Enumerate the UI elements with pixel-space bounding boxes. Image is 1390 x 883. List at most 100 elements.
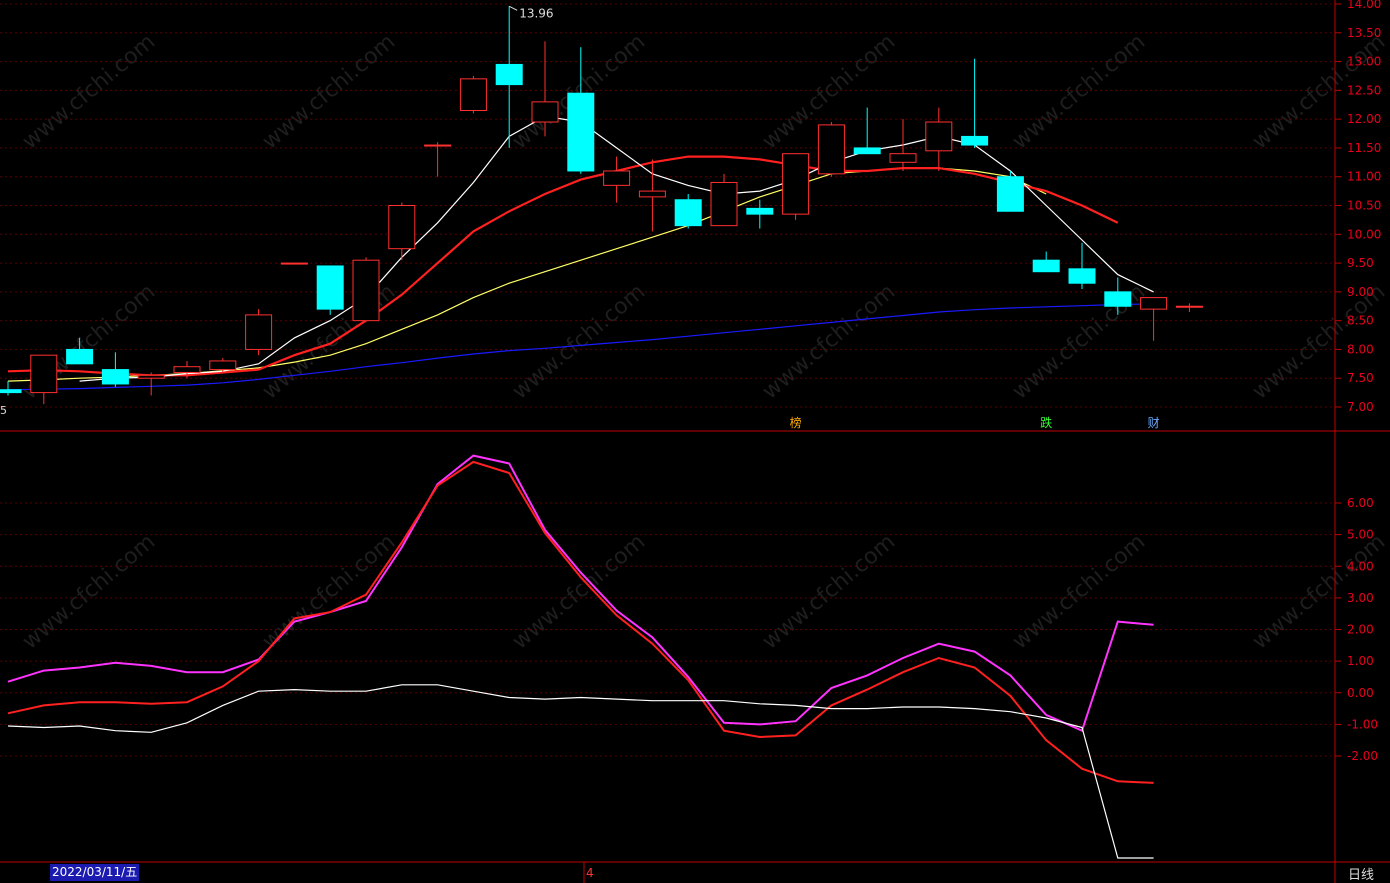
candle <box>388 202 416 261</box>
candle-body <box>30 354 58 394</box>
price-tick-label: 13.50 <box>1347 26 1381 40</box>
candle-body <box>66 348 94 365</box>
candle-body <box>424 144 452 147</box>
period-button[interactable]: 日线 <box>1348 864 1374 883</box>
macd-tick-label: 5.00 <box>1347 528 1374 542</box>
candle-body <box>567 92 595 172</box>
candle <box>853 107 881 155</box>
grid-lines <box>0 3 1335 757</box>
event-flag[interactable]: 榜 <box>790 415 802 430</box>
macd-tick-label: 4.00 <box>1347 559 1374 573</box>
macd-diff-line <box>7 460 1154 784</box>
event-flag[interactable]: 跌 <box>1040 415 1052 430</box>
candle-body <box>961 135 989 146</box>
candle <box>603 156 631 203</box>
candle-body <box>925 121 953 152</box>
candle-body <box>137 374 165 379</box>
watermark-text: www.cfchi.com <box>258 29 400 154</box>
macd-tick-label: 3.00 <box>1347 591 1374 605</box>
candle-body <box>316 265 344 310</box>
candle <box>424 142 452 177</box>
candle-body <box>638 190 666 198</box>
price-tick-label: 9.50 <box>1347 256 1374 270</box>
candle <box>1140 297 1168 341</box>
event-flag[interactable]: 财 <box>1148 416 1160 430</box>
candle <box>1175 303 1203 313</box>
candle <box>817 122 845 177</box>
candle-body <box>352 259 380 322</box>
price-tick-label: 10.00 <box>1347 227 1381 241</box>
candle-body <box>245 314 273 350</box>
price-tick-label: 13.00 <box>1347 55 1381 69</box>
candle <box>925 107 953 171</box>
max-price-annotation: 13.96 <box>508 5 554 20</box>
candle-body <box>603 170 631 186</box>
price-tick-label: 10.50 <box>1347 199 1381 213</box>
candle-body <box>280 262 308 265</box>
candle-body <box>101 369 129 385</box>
candle-body <box>889 153 917 163</box>
macd-tick-label: 1.00 <box>1347 654 1374 668</box>
candle <box>638 159 666 232</box>
candle <box>782 153 810 220</box>
candle-body <box>782 153 810 215</box>
candle-body <box>1068 268 1096 284</box>
candle-body <box>531 101 559 123</box>
watermark-layer: www.cfchi.com www.cfchi.com www.cfchi.com w… <box>18 29 1390 654</box>
candle-body <box>996 176 1024 212</box>
macd-lines <box>7 454 1154 859</box>
max-price-label: 13.96 <box>519 6 553 20</box>
stock-chart[interactable]: www.cfchi.com www.cfchi.com www.cfchi.com w… <box>0 0 1390 883</box>
candle <box>996 170 1024 212</box>
candle-body <box>209 360 237 371</box>
watermark-text: www.cfchi.com <box>508 529 650 654</box>
candle-body <box>1175 305 1203 308</box>
candle <box>101 352 129 387</box>
candle <box>710 173 738 227</box>
candle <box>459 75 487 114</box>
macd-axis-ticks: 6.00 5.00 4.00 3.00 2.00 1.00 0.00 -1.00 -2.00 <box>1335 496 1378 763</box>
candle-body <box>674 199 702 227</box>
watermark-text: www.cfchi.com <box>1008 529 1150 654</box>
candle <box>889 119 917 171</box>
candle <box>137 372 165 396</box>
macd-tick-label: -2.00 <box>1347 749 1378 763</box>
candle-body <box>495 63 523 86</box>
watermark-text: www.cfchi.com <box>758 529 900 654</box>
price-tick-label: 7.00 <box>1347 400 1374 414</box>
candle <box>1068 242 1096 289</box>
price-tick-label: 12.00 <box>1347 112 1381 126</box>
price-tick-label: 8.00 <box>1347 342 1374 356</box>
price-tick-label: 8.50 <box>1347 314 1374 328</box>
candle-body <box>1140 297 1168 310</box>
price-tick-label: 14.00 <box>1347 0 1381 11</box>
price-tick-label: 11.50 <box>1347 141 1381 155</box>
price-tick-label: 7.50 <box>1347 371 1374 385</box>
max-pointer <box>508 5 518 11</box>
macd-tick-label: 0.00 <box>1347 686 1374 700</box>
current-date-label: 2022/03/11/五 <box>50 864 140 881</box>
macd-tick-label: -1.00 <box>1347 717 1378 731</box>
macd-tick-label: 6.00 <box>1347 496 1374 510</box>
price-tick-label: 12.50 <box>1347 83 1381 97</box>
candle-body <box>0 389 22 394</box>
left-edge-label: 5 <box>0 404 7 417</box>
watermark-text: www.cfchi.com <box>758 279 900 404</box>
candle-body <box>1104 291 1132 307</box>
price-tick-label: 11.00 <box>1347 170 1381 184</box>
candle <box>352 257 380 322</box>
price-tick-label: 9.00 <box>1347 285 1374 299</box>
candle <box>316 265 344 315</box>
watermark-text: www.cfchi.com <box>18 29 160 154</box>
cursor-marker: 4 <box>586 866 594 880</box>
watermark-text: www.cfchi.com <box>18 529 160 654</box>
event-flags: 榜跌财 <box>790 415 1160 430</box>
macd-white-line <box>7 684 1154 859</box>
candle <box>746 199 774 229</box>
candle-body <box>746 207 774 215</box>
candle <box>674 193 702 229</box>
watermark-text: www.cfchi.com <box>1008 29 1150 154</box>
candle <box>961 58 989 148</box>
macd-tick-label: 2.00 <box>1347 623 1374 637</box>
candle <box>280 262 308 265</box>
